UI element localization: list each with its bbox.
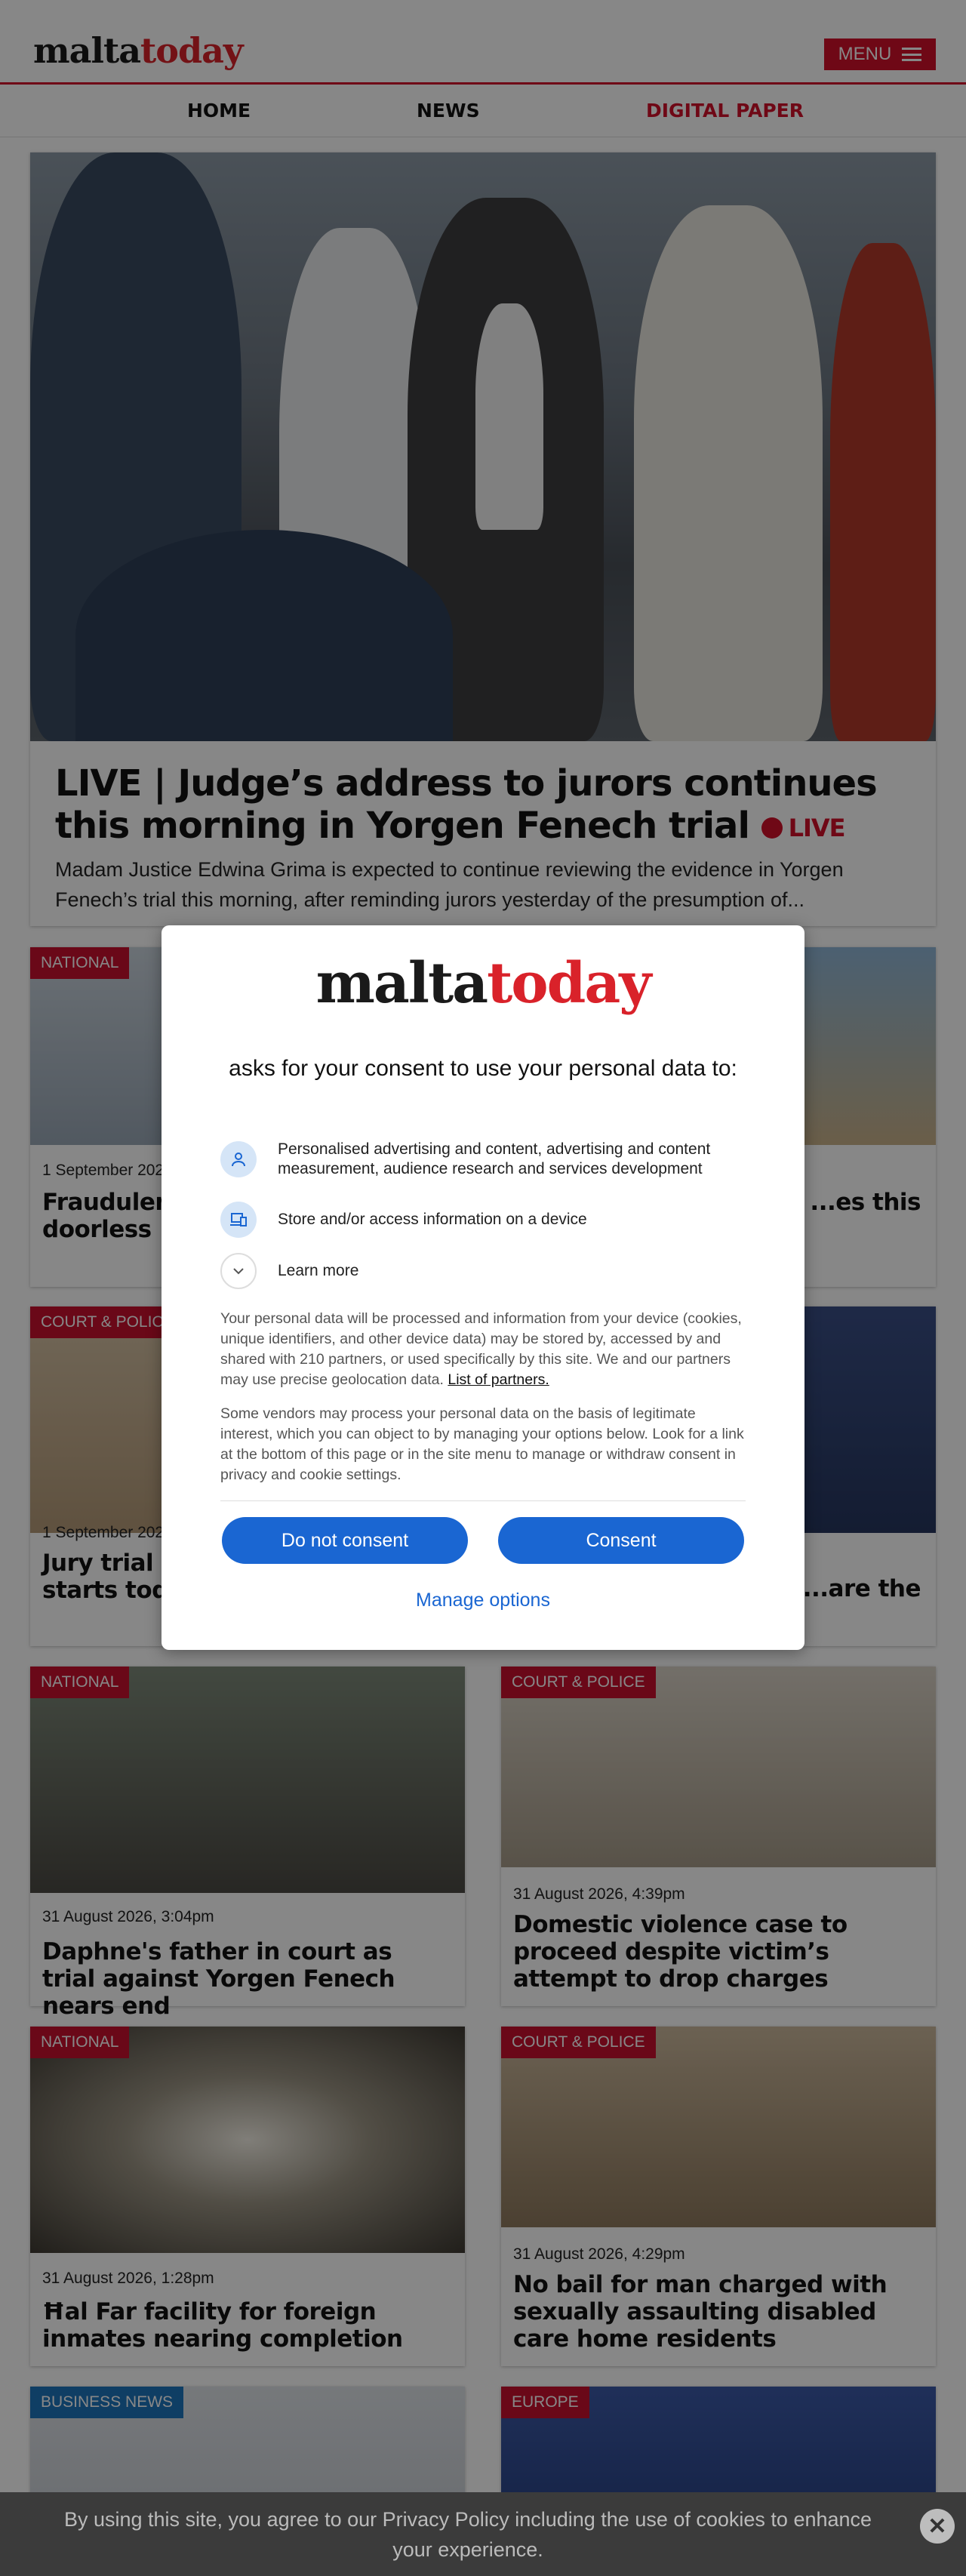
chevron-down-icon bbox=[220, 1253, 257, 1289]
learn-more-toggle[interactable]: Learn more bbox=[220, 1253, 756, 1289]
consent-heading: asks for your consent to use your person… bbox=[229, 1056, 737, 1081]
consent-description: Your personal data will be processed and… bbox=[220, 1310, 742, 1388]
legitimate-interest-text: Some vendors may process your personal d… bbox=[220, 1405, 744, 1483]
dialog-logo: maltatoday bbox=[315, 951, 652, 1016]
consent-button[interactable]: Consent bbox=[498, 1517, 744, 1564]
cookie-bar: By using this site, you agree to our Pri… bbox=[0, 2492, 966, 2576]
purpose-item: Personalised advertising and content, ad… bbox=[220, 1140, 756, 1179]
manage-options-link[interactable]: Manage options bbox=[162, 1590, 804, 1611]
purpose-item: Store and/or access information on a dev… bbox=[220, 1202, 756, 1238]
consent-dialog: maltatoday asks for your consent to use … bbox=[162, 925, 804, 1650]
close-icon[interactable]: ✕ bbox=[920, 2509, 955, 2544]
do-not-consent-button[interactable]: Do not consent bbox=[222, 1517, 468, 1564]
partners-link[interactable]: List of partners. bbox=[448, 1371, 549, 1388]
person-icon bbox=[220, 1141, 257, 1177]
dialog-divider bbox=[220, 1500, 746, 1501]
devices-icon bbox=[220, 1202, 257, 1238]
cookie-notice-text: By using this site, you agree to our Pri… bbox=[63, 2508, 872, 2561]
